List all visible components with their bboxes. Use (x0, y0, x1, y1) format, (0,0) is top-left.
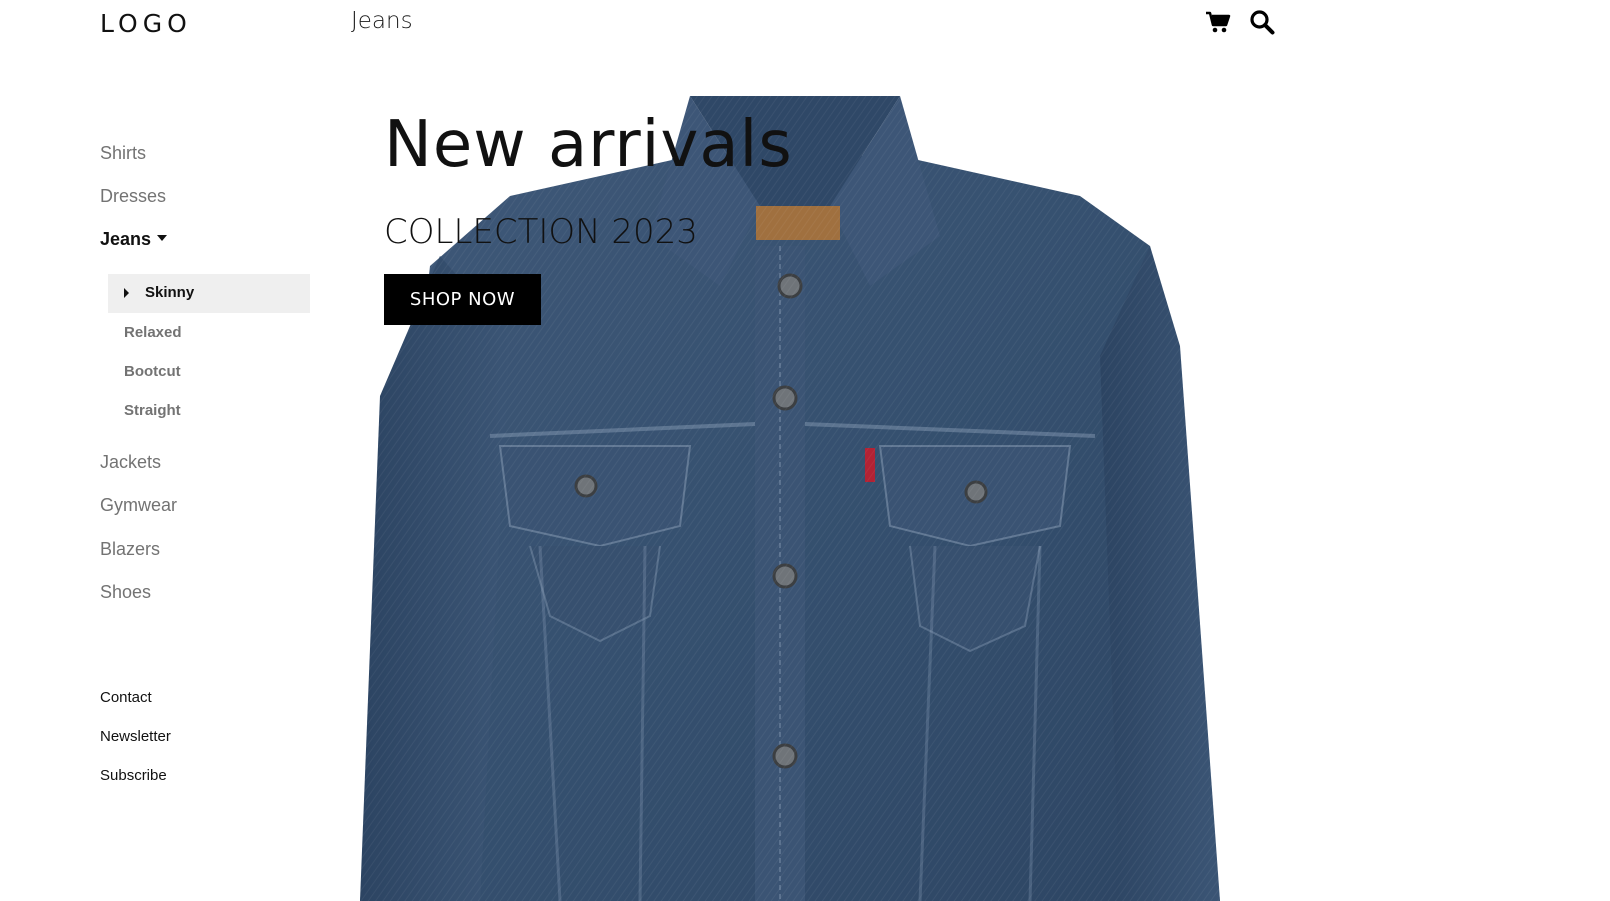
sidebar-item-gymwear[interactable]: Gymwear (100, 495, 177, 516)
cart-icon[interactable] (1205, 9, 1231, 35)
sidebar-item-label: Shoes (100, 582, 152, 602)
sidebar-item-label: Jackets (100, 452, 162, 472)
hero-subtitle: COLLECTION 2023 (384, 212, 698, 252)
subcategory-label: Skinny (145, 284, 195, 301)
subcategory-item-relaxed[interactable]: Relaxed (124, 324, 182, 341)
logo[interactable]: LOGO (100, 9, 192, 38)
subscribe-link[interactable]: Subscribe (100, 767, 167, 784)
sidebar-item-label: Blazers (100, 539, 161, 559)
chevron-down-icon (157, 235, 168, 242)
subcategory-item-bootcut[interactable]: Bootcut (124, 363, 181, 380)
sidebar-item-shirts[interactable]: Shirts (100, 143, 146, 164)
sidebar-item-label: Gymwear (100, 495, 178, 515)
sidebar-item-blazers[interactable]: Blazers (100, 539, 160, 560)
sidebar-item-dresses[interactable]: Dresses (100, 186, 166, 207)
sidebar-item-jeans[interactable]: Jeans (100, 229, 168, 250)
search-icon[interactable] (1249, 9, 1275, 35)
sidebar-item-label: Jeans (100, 229, 152, 249)
subcategory-item-skinny[interactable]: Skinny (108, 274, 310, 313)
contact-link[interactable]: Contact (100, 689, 152, 706)
sidebar-item-jackets[interactable]: Jackets (100, 452, 161, 473)
hero-title: New arrivals (384, 108, 793, 182)
sidebar-item-label: Shirts (100, 143, 147, 163)
sidebar-item-shoes[interactable]: Shoes (100, 582, 151, 603)
header-actions (1205, 9, 1275, 35)
page: LOGO Jeans Shirts Dresses Jeans Skinny R… (0, 0, 1610, 901)
shop-now-button[interactable]: SHOP NOW (384, 274, 541, 325)
chevron-right-icon (124, 288, 129, 298)
page-title: Jeans (351, 8, 413, 34)
newsletter-link[interactable]: Newsletter (100, 728, 171, 745)
sidebar-item-label: Dresses (100, 186, 167, 206)
subcategory-item-straight[interactable]: Straight (124, 402, 181, 419)
